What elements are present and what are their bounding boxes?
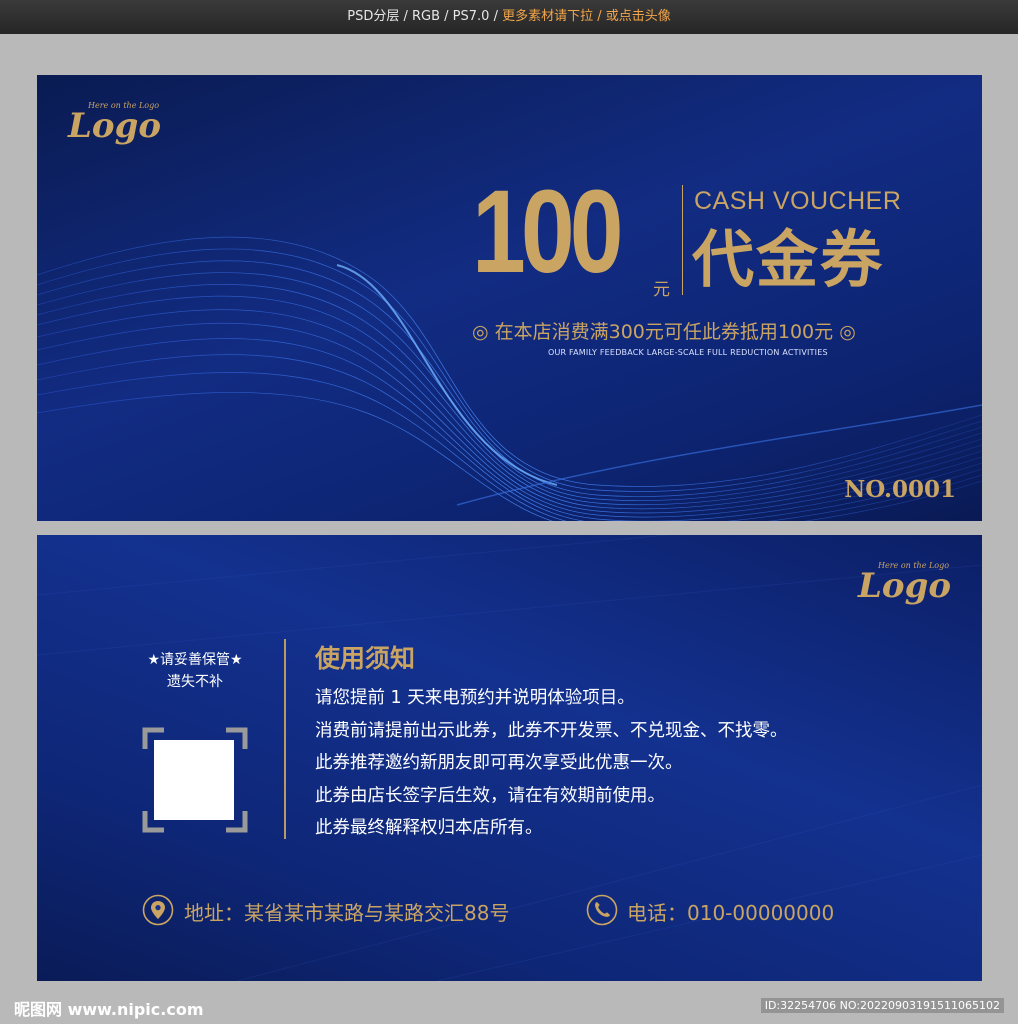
file-info: PSD分层 / RGB / PS7.0 /	[347, 9, 503, 24]
keep-safe-line: ★请妥善保管★	[147, 652, 243, 668]
top-info-bar: PSD分层 / RGB / PS7.0 / 更多素材请下拉 / 或点击头像	[0, 0, 1018, 34]
download-hint[interactable]: 更多素材请下拉 / 或点击头像	[502, 9, 671, 24]
watermark-bar: 昵图网 www.nipic.com ID:32254706 NO:2022090…	[0, 988, 1018, 1024]
rule-item: 请您提前 1 天来电预约并说明体验项目。	[315, 688, 635, 708]
title-divider	[682, 185, 683, 295]
image-id-watermark: ID:32254706 NO:20220903191511065102	[760, 998, 1004, 1013]
phone-text: 电话：010-00000000	[627, 901, 835, 925]
location-icon	[142, 894, 174, 926]
address-text: 地址：某省某市某路与某路交汇88号	[184, 901, 510, 925]
promo-text: ◎ 在本店消费满300元可任此券抵用100元 ◎	[472, 321, 856, 343]
voucher-title: 代金券	[692, 223, 885, 296]
usage-notice-title: 使用须知	[315, 644, 416, 673]
cash-voucher-label: CASH VOUCHER	[694, 187, 902, 215]
rule-item: 此券推荐邀约新朋友即可再次享受此优惠一次。	[315, 753, 683, 773]
wave-decoration	[37, 236, 982, 521]
no-replacement-line: 遗失不补	[167, 674, 223, 690]
back-brand-logo: Here on the Logo Logo	[858, 561, 951, 605]
rule-item: 此券由店长签字后生效，请在有效期前使用。	[315, 785, 665, 806]
voucher-amount: 100	[472, 166, 624, 298]
voucher-front: Here on the Logo Logo 100 元 CASH VOUCHER…	[37, 75, 982, 521]
promo-subtext: OUR FAMILY FEEDBACK LARGE-SCALE FULL RED…	[548, 348, 828, 357]
usage-rules-list: 请您提前 1 天来电预约并说明体验项目。 消费前请提前出示此券，此券不开发票、不…	[315, 682, 788, 845]
qr-code-placeholder	[154, 740, 234, 820]
back-logo-tagline: Here on the Logo	[878, 561, 950, 570]
amount-unit: 元	[653, 280, 670, 300]
brand-logo: Here on the Logo Logo	[68, 101, 161, 145]
site-watermark: 昵图网 www.nipic.com	[14, 1000, 204, 1019]
logo-tagline: Here on the Logo	[88, 101, 160, 110]
serial-number: NO.0001	[844, 476, 956, 503]
keep-safe-notice: ★请妥善保管★ 遗失不补	[135, 649, 255, 693]
phone-icon	[586, 894, 618, 926]
voucher-back: Here on the Logo Logo ★请妥善保管★ 遗失不补 使用须知 …	[37, 535, 982, 981]
back-divider	[284, 639, 286, 839]
rule-item: 消费前请提前出示此券，此券不开发票、不兑现金、不找零。	[315, 720, 788, 741]
rule-item: 此券最终解释权归本店所有。	[315, 818, 543, 838]
